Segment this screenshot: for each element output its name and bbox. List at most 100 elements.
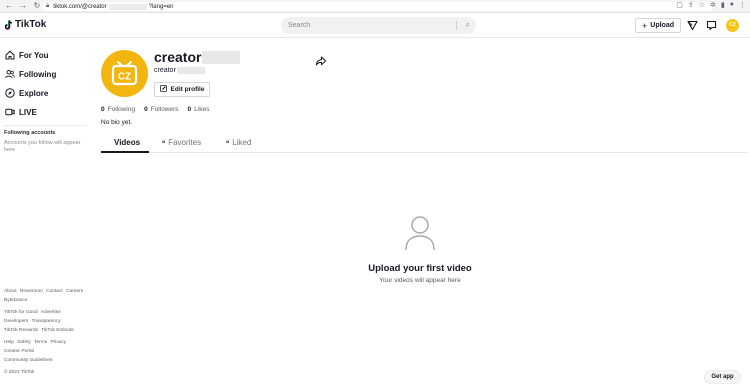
tab-videos-label: Videos	[114, 138, 141, 147]
footer-links-row-4: Developers Transparency	[4, 319, 92, 325]
lock-icon: 🔒︎	[162, 139, 166, 145]
tiktok-note-icon	[5, 19, 13, 30]
back-arrow-icon[interactable]: ←	[5, 1, 13, 11]
search-input[interactable]: Search ⌕	[281, 17, 476, 34]
share-icon[interactable]	[315, 54, 327, 66]
tiktok-logo[interactable]: TikTok	[5, 19, 46, 30]
footer-links-row-2: ByteDance	[4, 298, 92, 304]
sidebar-label-live: LIVE	[19, 107, 37, 117]
site-header: TikTok Search ⌕ + Upload CZ	[0, 13, 750, 38]
extensions-icon[interactable]: ✲	[710, 1, 716, 9]
home-icon	[5, 50, 15, 60]
sidebar-toggle-icon[interactable]: ▮	[721, 1, 725, 9]
share-page-icon[interactable]: ⇪	[688, 1, 694, 9]
footer-link-tiktok-for-good[interactable]: TikTok for Good	[4, 310, 38, 315]
footer-link-transparency[interactable]: Transparency	[32, 319, 61, 324]
following-count: 0	[101, 106, 105, 113]
active-tab-indicator	[101, 151, 149, 153]
people-icon	[5, 69, 15, 79]
footer-links-row-6: Help Safety Terms Privacy	[4, 340, 92, 346]
profile-avatar[interactable]: CZ	[101, 50, 148, 97]
sidebar-label-following: Following	[19, 69, 57, 79]
search-icon[interactable]: ⌕	[466, 20, 470, 30]
sidebar-item-live[interactable]: LIVE	[5, 106, 37, 118]
footer-link-tiktok-embeds[interactable]: TikTok Embeds	[41, 328, 74, 333]
following-accounts-title: Following accounts	[4, 130, 56, 136]
sidebar-item-following[interactable]: Following	[5, 68, 56, 80]
user-outline-icon	[404, 215, 436, 251]
bookmark-star-icon[interactable]: ☆	[699, 1, 705, 9]
menu-kebab-icon[interactable]: ⋮	[739, 1, 746, 9]
empty-state-title: Upload your first video	[368, 263, 472, 274]
edit-profile-button[interactable]: Edit profile	[154, 82, 210, 97]
header-avatar[interactable]: CZ	[726, 19, 739, 32]
tab-favorites-label: Favorites	[168, 138, 202, 147]
footer-link-tiktok-rewards[interactable]: TikTok Rewards	[4, 328, 38, 333]
plus-icon: +	[642, 20, 648, 31]
footer-link-creator-portal[interactable]: Creator Portal	[4, 349, 34, 354]
footer-copyright: © 2023 TikTok	[4, 370, 35, 375]
lock-icon[interactable]: 🔒︎	[46, 3, 49, 10]
likes-count: 0	[187, 106, 192, 113]
following-label: Following	[107, 106, 136, 113]
stat-following[interactable]: 0 Following	[101, 106, 135, 113]
profile-icon[interactable]: ●	[730, 1, 734, 9]
search-divider	[456, 21, 457, 30]
nickname-redacted	[176, 67, 205, 74]
sidebar: For You Following Explore LIVE Following…	[0, 39, 90, 385]
likes-label: Likes	[194, 106, 210, 113]
inbox-icon[interactable]	[706, 20, 717, 31]
browser-toolbar: ← → ↻ 🔒︎ tiktok.com/@creator ?lang=en ▢ …	[0, 0, 750, 13]
profile-stats: 0 Following 0 Followers 0 Likes	[101, 106, 218, 113]
screen-capture-icon[interactable]: ▢	[676, 1, 683, 9]
profile-tabs: Videos 🔒︎ Favorites 🔒︎ Liked	[101, 138, 747, 153]
footer-link-developers[interactable]: Developers	[4, 319, 28, 324]
footer-links-row-8: Community Guidelines	[4, 358, 92, 364]
send-icon[interactable]	[687, 20, 698, 31]
search-placeholder: Search	[288, 22, 311, 29]
reload-icon[interactable]: ↻	[33, 1, 41, 11]
lock-icon: 🔒︎	[226, 139, 230, 145]
footer-links-row-1: About Newsroom Contact Careers	[4, 289, 92, 295]
footer-link-careers[interactable]: Careers	[66, 289, 83, 294]
username-redacted	[202, 50, 241, 64]
footer-link-terms[interactable]: Terms	[34, 340, 47, 345]
following-accounts-note: Accounts you follow will appear here	[4, 140, 81, 153]
url-text: tiktok.com/@creator	[53, 3, 107, 10]
logo-text: TikTok	[15, 19, 47, 30]
footer-links-row-3: TikTok for Good Advertise	[4, 310, 92, 316]
sidebar-item-for-you[interactable]: For You	[5, 49, 48, 61]
empty-state: Upload your first video Your videos will…	[340, 215, 500, 284]
tv-logo-icon: CZ	[111, 61, 138, 86]
footer-link-contact[interactable]: Contact	[46, 289, 63, 294]
stat-followers[interactable]: 0 Followers	[144, 106, 178, 113]
tab-liked-label: Liked	[232, 138, 252, 147]
footer-link-privacy[interactable]: Privacy	[50, 340, 66, 345]
footer-link-bytedance[interactable]: ByteDance	[4, 298, 27, 303]
tab-liked[interactable]: 🔒︎ Liked	[226, 138, 251, 153]
url-redacted	[108, 3, 147, 10]
footer-link-community-guidelines[interactable]: Community Guidelines	[4, 358, 52, 363]
footer-links-row-7: Creator Portal	[4, 349, 92, 355]
profile-bio: No bio yet.	[101, 119, 133, 126]
username-text: creator	[154, 49, 202, 65]
forward-arrow-icon[interactable]: →	[19, 1, 27, 11]
followers-count: 0	[144, 106, 148, 113]
footer-link-help[interactable]: Help	[4, 340, 14, 345]
edit-icon	[159, 85, 167, 94]
url-query: ?lang=en	[148, 3, 174, 10]
get-app-button[interactable]: Get app	[704, 370, 741, 384]
upload-label: Upload	[650, 22, 674, 29]
address-bar[interactable]: 🔒︎ tiktok.com/@creator ?lang=en	[42, 2, 714, 11]
footer-links-row-5: TikTok Rewards TikTok Embeds	[4, 328, 92, 334]
footer-link-safety[interactable]: Safety	[17, 340, 31, 345]
tab-favorites[interactable]: 🔒︎ Favorites	[162, 138, 201, 153]
profile-nickname: creator	[154, 67, 205, 74]
footer-link-newsroom[interactable]: Newsroom	[20, 289, 43, 294]
footer-link-about[interactable]: About	[4, 289, 17, 294]
sidebar-label-explore: Explore	[19, 88, 49, 98]
stat-likes: 0 Likes	[188, 106, 210, 113]
upload-button[interactable]: + Upload	[635, 18, 681, 33]
footer-link-advertise[interactable]: Advertise	[41, 310, 61, 315]
sidebar-item-explore[interactable]: Explore	[5, 87, 48, 99]
